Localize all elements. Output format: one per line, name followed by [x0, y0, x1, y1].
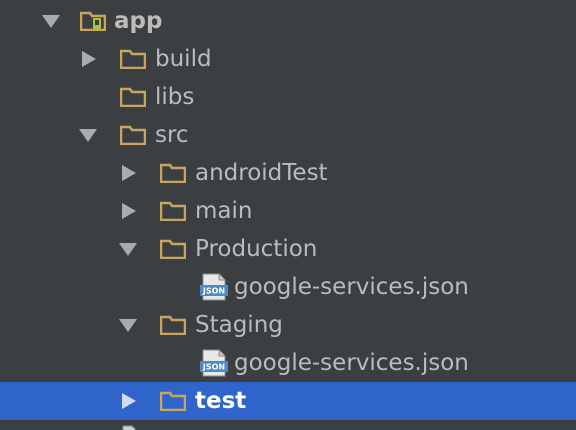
tree-item-android-test[interactable]: androidTest: [0, 154, 576, 192]
json-file-icon: JSON: [200, 349, 228, 377]
tree-item-label: test: [195, 388, 247, 414]
tree-item-production-google-services[interactable]: JSON google-services.json: [0, 268, 576, 306]
json-badge: JSON: [202, 363, 225, 372]
tree-item-label: Production: [195, 236, 318, 262]
tree-item-label: Staging: [195, 312, 283, 338]
tree-item-build[interactable]: build: [0, 40, 576, 78]
expanded-arrow-icon[interactable]: [119, 243, 137, 256]
tree-item-staging[interactable]: Staging: [0, 306, 576, 344]
tree-item-libs[interactable]: libs: [0, 78, 576, 116]
tree-item-main[interactable]: main: [0, 192, 576, 230]
tree-item-label: google-services.json: [234, 274, 469, 300]
tree-item-production[interactable]: Production: [0, 230, 576, 268]
tree-item-label: google-services.json: [234, 350, 469, 376]
tree-item-partial: [0, 420, 576, 430]
tree-item-label: androidTest: [195, 160, 328, 186]
collapsed-arrow-icon[interactable]: [122, 165, 136, 181]
tree-item-label: main: [195, 198, 253, 224]
collapsed-arrow-icon[interactable]: [122, 203, 136, 219]
folder-icon: [119, 49, 147, 70]
folder-icon: [159, 201, 187, 222]
tree-item-app[interactable]: app: [0, 2, 576, 40]
tree-item-label: src: [155, 122, 189, 148]
folder-icon: [119, 87, 147, 108]
folder-icon: [159, 391, 187, 412]
expanded-arrow-icon[interactable]: [79, 129, 97, 142]
collapsed-arrow-icon[interactable]: [122, 393, 136, 409]
file-icon: [122, 420, 136, 430]
android-module-folder-icon: [79, 11, 107, 32]
tree-item-src[interactable]: src: [0, 116, 576, 154]
tree-item-label: app: [114, 8, 163, 34]
expanded-arrow-icon[interactable]: [119, 319, 137, 332]
json-file-icon: JSON: [200, 273, 228, 301]
tree-item-label: build: [155, 46, 212, 72]
collapsed-arrow-icon[interactable]: [82, 51, 96, 67]
tree-item-staging-google-services[interactable]: JSON google-services.json: [0, 344, 576, 382]
folder-icon: [159, 163, 187, 184]
json-badge: JSON: [202, 287, 225, 296]
folder-icon: [159, 315, 187, 336]
folder-icon: [119, 125, 147, 146]
tree-item-label: libs: [155, 84, 195, 110]
expanded-arrow-icon[interactable]: [42, 15, 60, 28]
tree-item-test[interactable]: test: [0, 382, 576, 420]
folder-icon: [159, 239, 187, 260]
project-tree: app build libs src androidTest main Prod…: [0, 0, 576, 430]
